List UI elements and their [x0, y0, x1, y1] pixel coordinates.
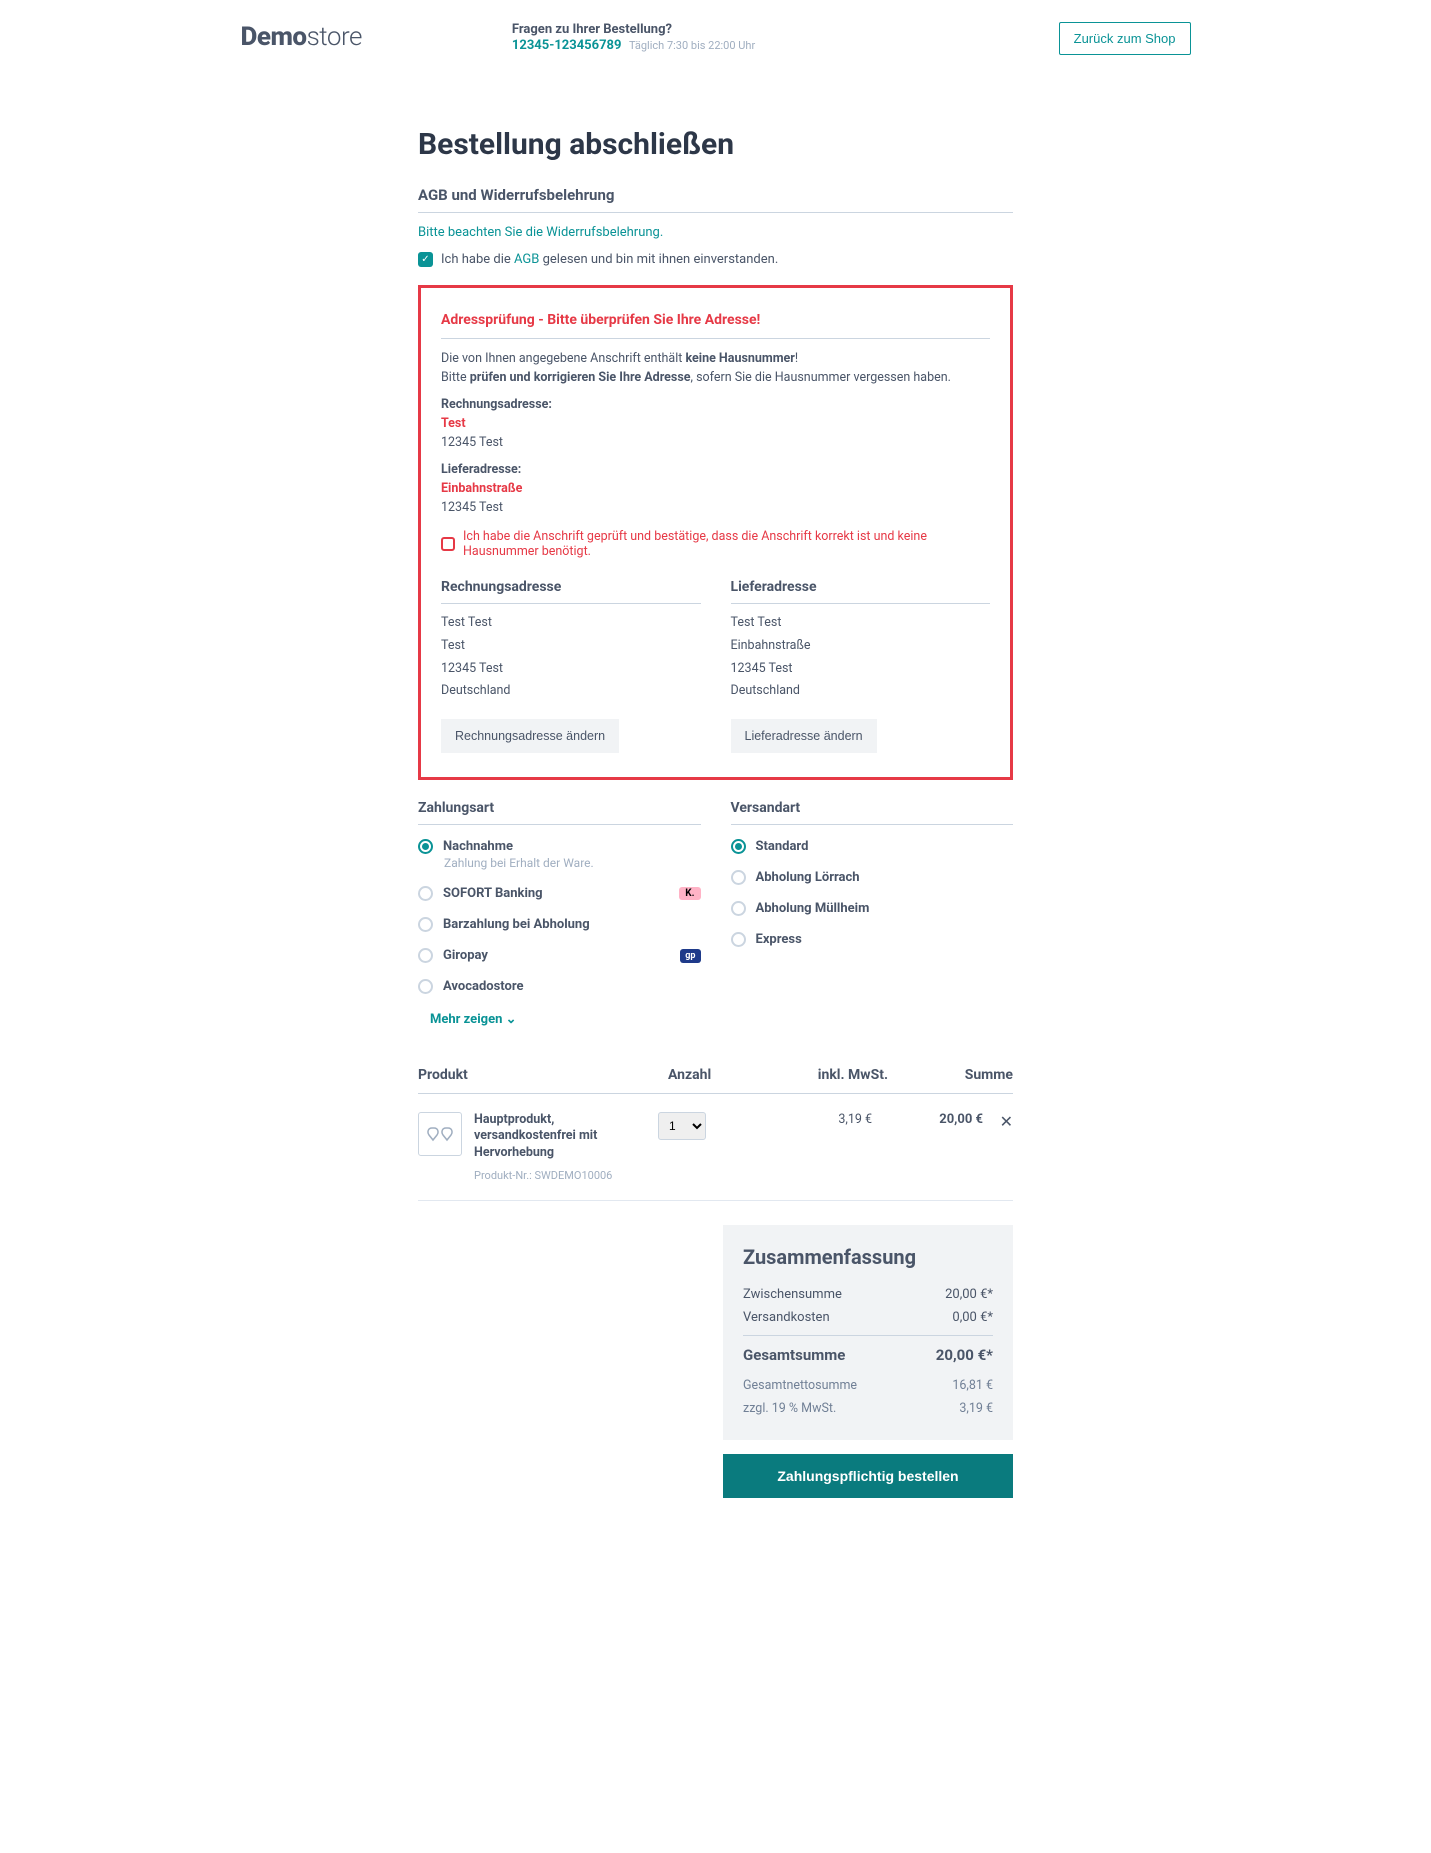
payment-sub: Zahlung bei Erhalt der Ware.	[444, 856, 701, 870]
address-confirm-text: Ich habe die Anschrift geprüft und bestä…	[463, 529, 990, 559]
address-validation-box: Adressprüfung - Bitte überprüfen Sie Ihr…	[418, 285, 1013, 780]
terms-accept-text: Ich habe die AGB gelesen und bin mit ihn…	[441, 252, 778, 267]
header-question: Fragen zu Ihrer Bestellung?	[512, 22, 1059, 37]
shipping-street-error: Einbahnstraße	[441, 481, 990, 496]
radio-icon[interactable]	[731, 901, 746, 916]
product-name: Hauptprodukt, versandkostenfrei mit Herv…	[474, 1112, 652, 1161]
order-summary: Zusammenfassung Zwischensumme20,00 €* Ve…	[723, 1225, 1013, 1440]
billing-label: Rechnungsadresse:	[441, 397, 990, 412]
page-title: Bestellung abschließen	[418, 127, 1013, 162]
radio-icon[interactable]	[731, 870, 746, 885]
shipmethod-heading: Versandart	[731, 800, 1014, 825]
header-hours: Täglich 7:30 bis 22:00 Uhr	[629, 39, 755, 52]
chevron-down-icon: ⌄	[506, 1012, 517, 1027]
cart-header: Produkt Anzahl inkl. MwSt. Summe	[418, 1067, 1013, 1094]
radio-selected-icon[interactable]	[731, 839, 746, 854]
ship-option-muellheim[interactable]: Abholung Müllheim	[731, 893, 1014, 924]
ship-option-express[interactable]: Express	[731, 924, 1014, 955]
logo[interactable]: Demostore	[241, 22, 362, 52]
address-confirm-row[interactable]: Ich habe die Anschrift geprüft und bestä…	[441, 529, 990, 559]
logo-bold: Demo	[241, 22, 307, 52]
radio-icon[interactable]	[418, 917, 433, 932]
payment-option-bar[interactable]: Barzahlung bei Abholung	[418, 909, 701, 940]
billing-city: 12345 Test	[441, 435, 990, 450]
header-phone[interactable]: 12345-123456789	[512, 38, 622, 53]
address-check-title: Adressprüfung - Bitte überprüfen Sie Ihr…	[441, 312, 990, 339]
billing-address-block: Rechnungsadresse Test Test Test 12345 Te…	[441, 579, 701, 753]
row-sum: 20,00 €	[872, 1112, 983, 1127]
change-shipping-button[interactable]: Lieferadresse ändern	[731, 719, 877, 753]
ship-option-loerrach[interactable]: Abholung Lörrach	[731, 862, 1014, 893]
radio-icon[interactable]	[418, 948, 433, 963]
payment-option-giropay[interactable]: Giropaygp	[418, 940, 701, 971]
qty-select[interactable]: 1	[658, 1112, 706, 1140]
shipping-address-block: Lieferadresse Test Test Einbahnstraße 12…	[731, 579, 991, 753]
row-tax: 3,19 €	[752, 1112, 872, 1127]
ship-option-standard[interactable]: Standard	[731, 831, 1014, 862]
header-contact: Fragen zu Ihrer Bestellung? 12345-123456…	[362, 22, 1059, 53]
col-product: Produkt	[418, 1067, 668, 1083]
radio-selected-icon[interactable]	[418, 839, 433, 854]
shipping-method-block: Versandart Standard Abholung Lörrach Abh…	[731, 800, 1014, 1027]
cart-row: Hauptprodukt, versandkostenfrei mit Herv…	[418, 1094, 1013, 1201]
shipping-heading: Lieferadresse	[731, 579, 991, 604]
col-qty: Anzahl	[668, 1067, 768, 1083]
terms-accept-row: ✓ Ich habe die AGB gelesen und bin mit i…	[418, 252, 1013, 267]
show-more-button[interactable]: Mehr zeigen ⌄	[418, 1002, 701, 1027]
place-order-button[interactable]: Zahlungspflichtig bestellen	[723, 1454, 1013, 1498]
address-check-line2: Bitte prüfen und korrigieren Sie Ihre Ad…	[441, 370, 990, 385]
agb-link[interactable]: AGB	[514, 252, 539, 267]
checkbox-empty-icon[interactable]	[441, 537, 455, 551]
billing-heading: Rechnungsadresse	[441, 579, 701, 604]
header: Demostore Fragen zu Ihrer Bestellung? 12…	[241, 10, 1191, 67]
payment-option-sofort[interactable]: SOFORT BankingK.	[418, 878, 701, 909]
product-info: Hauptprodukt, versandkostenfrei mit Herv…	[462, 1112, 652, 1182]
klarna-badge-icon: K.	[679, 887, 700, 900]
shipping-city: 12345 Test	[441, 500, 990, 515]
remove-item-button[interactable]: ✕	[983, 1112, 1013, 1131]
shipping-label: Lieferadresse:	[441, 462, 990, 477]
payment-method-block: Zahlungsart Nachnahme Zahlung bei Erhalt…	[418, 800, 701, 1027]
summary-heading: Zusammenfassung	[743, 1245, 993, 1269]
col-tax: inkl. MwSt.	[768, 1067, 888, 1083]
billing-street-error: Test	[441, 416, 990, 431]
payment-option-nachnahme[interactable]: Nachnahme Zahlung bei Erhalt der Ware.	[418, 831, 701, 870]
logo-light: store	[307, 22, 362, 52]
terms-notice-link[interactable]: Bitte beachten Sie die Widerrufsbelehrun…	[418, 225, 1013, 240]
payment-option-avocado[interactable]: Avocadostore	[418, 971, 701, 1002]
radio-icon[interactable]	[731, 932, 746, 947]
giropay-badge-icon: gp	[680, 949, 700, 963]
terms-heading: AGB und Widerrufsbelehrung	[418, 186, 1013, 213]
product-sku: Produkt-Nr.: SWDEMO10006	[474, 1169, 652, 1182]
change-billing-button[interactable]: Rechnungsadresse ändern	[441, 719, 619, 753]
col-sum: Summe	[888, 1067, 1013, 1083]
address-check-line1: Die von Ihnen angegebene Anschrift enthä…	[441, 351, 990, 366]
checkbox-checked-icon[interactable]: ✓	[418, 252, 433, 267]
payment-heading: Zahlungsart	[418, 800, 701, 825]
product-thumb-icon	[418, 1112, 462, 1156]
back-to-shop-button[interactable]: Zurück zum Shop	[1059, 22, 1191, 55]
radio-icon[interactable]	[418, 886, 433, 901]
radio-icon[interactable]	[418, 979, 433, 994]
